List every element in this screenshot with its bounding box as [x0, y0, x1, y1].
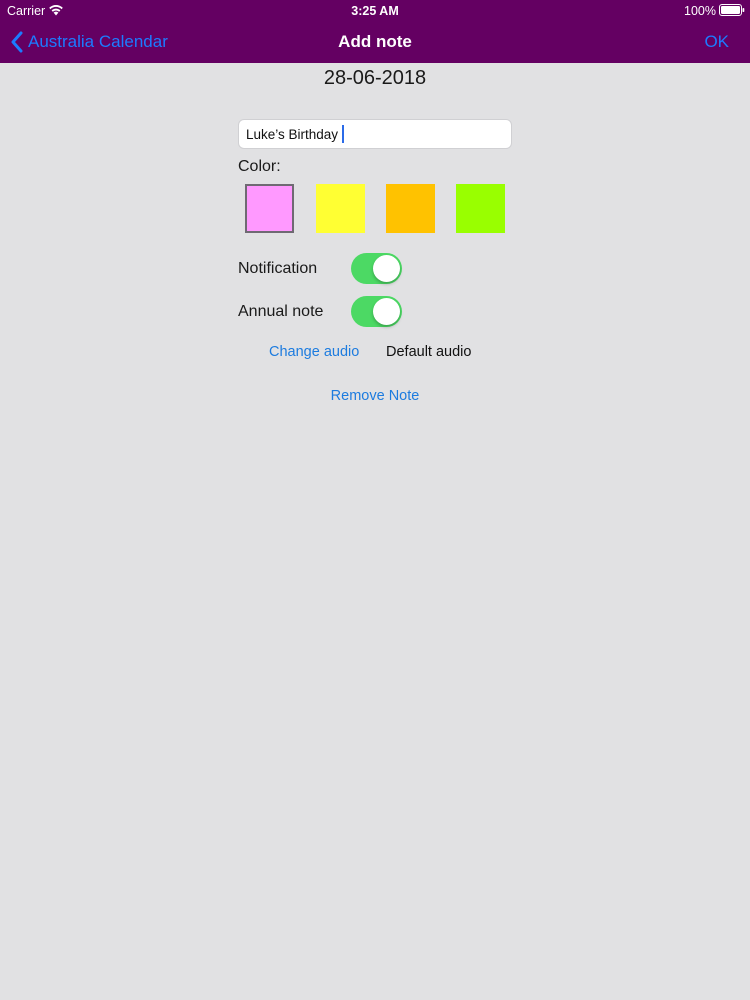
- ok-button[interactable]: OK: [704, 30, 729, 54]
- color-swatch-yellow[interactable]: [316, 184, 365, 233]
- status-time: 3:25 AM: [351, 4, 399, 18]
- note-title-input[interactable]: [238, 119, 512, 149]
- notification-toggle[interactable]: [351, 253, 402, 284]
- battery-icon: [719, 4, 745, 16]
- toggle-knob: [373, 298, 400, 325]
- color-swatch-green[interactable]: [456, 184, 505, 233]
- color-swatch-pink[interactable]: [245, 184, 294, 233]
- text-cursor: [342, 125, 344, 143]
- navigation-bar: Carrier 3:25 AM 100% Australia Calendar …: [0, 0, 750, 63]
- notification-label: Notification: [238, 260, 318, 277]
- battery-percentage: 100%: [684, 4, 716, 18]
- remove-note-button[interactable]: Remove Note: [331, 388, 420, 404]
- color-swatch-orange[interactable]: [386, 184, 435, 233]
- current-audio-label: Default audio: [386, 344, 472, 360]
- toggle-knob: [373, 255, 400, 282]
- annual-note-toggle[interactable]: [351, 296, 402, 327]
- note-date: 28-06-2018: [323, 67, 427, 89]
- color-label: Color:: [238, 158, 281, 175]
- page-title: Add note: [338, 32, 412, 51]
- remove-note-row: Remove Note: [0, 387, 750, 405]
- annual-note-label: Annual note: [238, 303, 324, 320]
- change-audio-button[interactable]: Change audio: [269, 343, 359, 361]
